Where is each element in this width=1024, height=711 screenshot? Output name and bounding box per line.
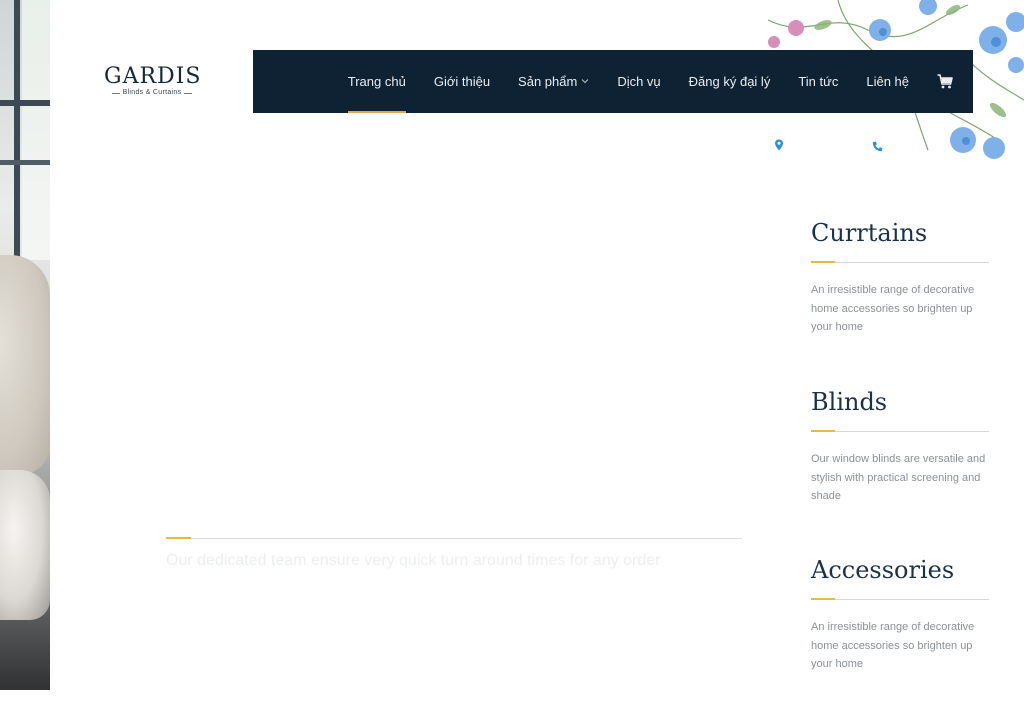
hero-divider: [166, 537, 742, 539]
service-blinds: Blinds Our window blinds are versatile a…: [811, 387, 989, 506]
logo-tagline-row: Blinds & Curtains: [104, 89, 200, 97]
nav-item-label: Dịch vụ: [617, 74, 661, 89]
service-title[interactable]: Blinds: [811, 387, 989, 417]
shopping-cart-icon[interactable]: [937, 74, 953, 90]
nav-item-dealer-registration[interactable]: Đăng ký đại lý: [689, 50, 771, 113]
nav-item-label: Giới thiệu: [433, 74, 491, 89]
nav-item-products[interactable]: Sản phẩm: [518, 50, 589, 113]
nav-item-label: Đăng ký đại lý: [688, 74, 771, 89]
main-navigation: Trang chủ Giới thiệu Sản phẩm Dịch vụ Đă…: [253, 50, 973, 113]
logo-tagline-line: [184, 92, 193, 94]
nav-item-label: Tin tức: [798, 74, 839, 89]
nav-item-label: Sản phẩm: [518, 74, 578, 89]
logo-tagline: Blinds & Curtains: [122, 89, 182, 96]
site-logo[interactable]: GARDIS Blinds & Curtains: [104, 66, 200, 97]
divider: [811, 430, 989, 432]
service-curtains: Currtains An irresistible range of decor…: [811, 218, 989, 337]
service-description: An irresistible range of decorative home…: [811, 284, 975, 333]
service-accessories: Accessories An irresistible range of dec…: [811, 555, 989, 674]
map-pin-icon[interactable]: [774, 138, 784, 151]
service-description: An irresistible range of decorative home…: [811, 621, 975, 670]
divider: [811, 261, 989, 263]
nav-item-services[interactable]: Dịch vụ: [617, 50, 660, 113]
logo-tagline-line: [111, 92, 120, 94]
chevron-down-icon: [581, 77, 589, 86]
hero-side-photo: [0, 0, 50, 690]
nav-item-about[interactable]: Giới thiệu: [434, 50, 490, 113]
service-title[interactable]: Currtains: [811, 218, 989, 248]
hero-tagline: Our dedicated team ensure very quick tur…: [166, 552, 661, 569]
nav-item-news[interactable]: Tin tức: [798, 50, 838, 113]
divider: [811, 598, 989, 600]
phone-icon[interactable]: [872, 139, 883, 152]
nav-item-home[interactable]: Trang chủ: [347, 50, 406, 113]
service-description: Our window blinds are versatile and styl…: [811, 453, 986, 502]
service-title[interactable]: Accessories: [811, 555, 989, 585]
nav-item-label: Liên hệ: [866, 74, 909, 89]
nav-item-contact[interactable]: Liên hệ: [866, 50, 909, 113]
logo-brand: GARDIS: [104, 64, 202, 89]
nav-item-label: Trang chủ: [347, 74, 406, 89]
